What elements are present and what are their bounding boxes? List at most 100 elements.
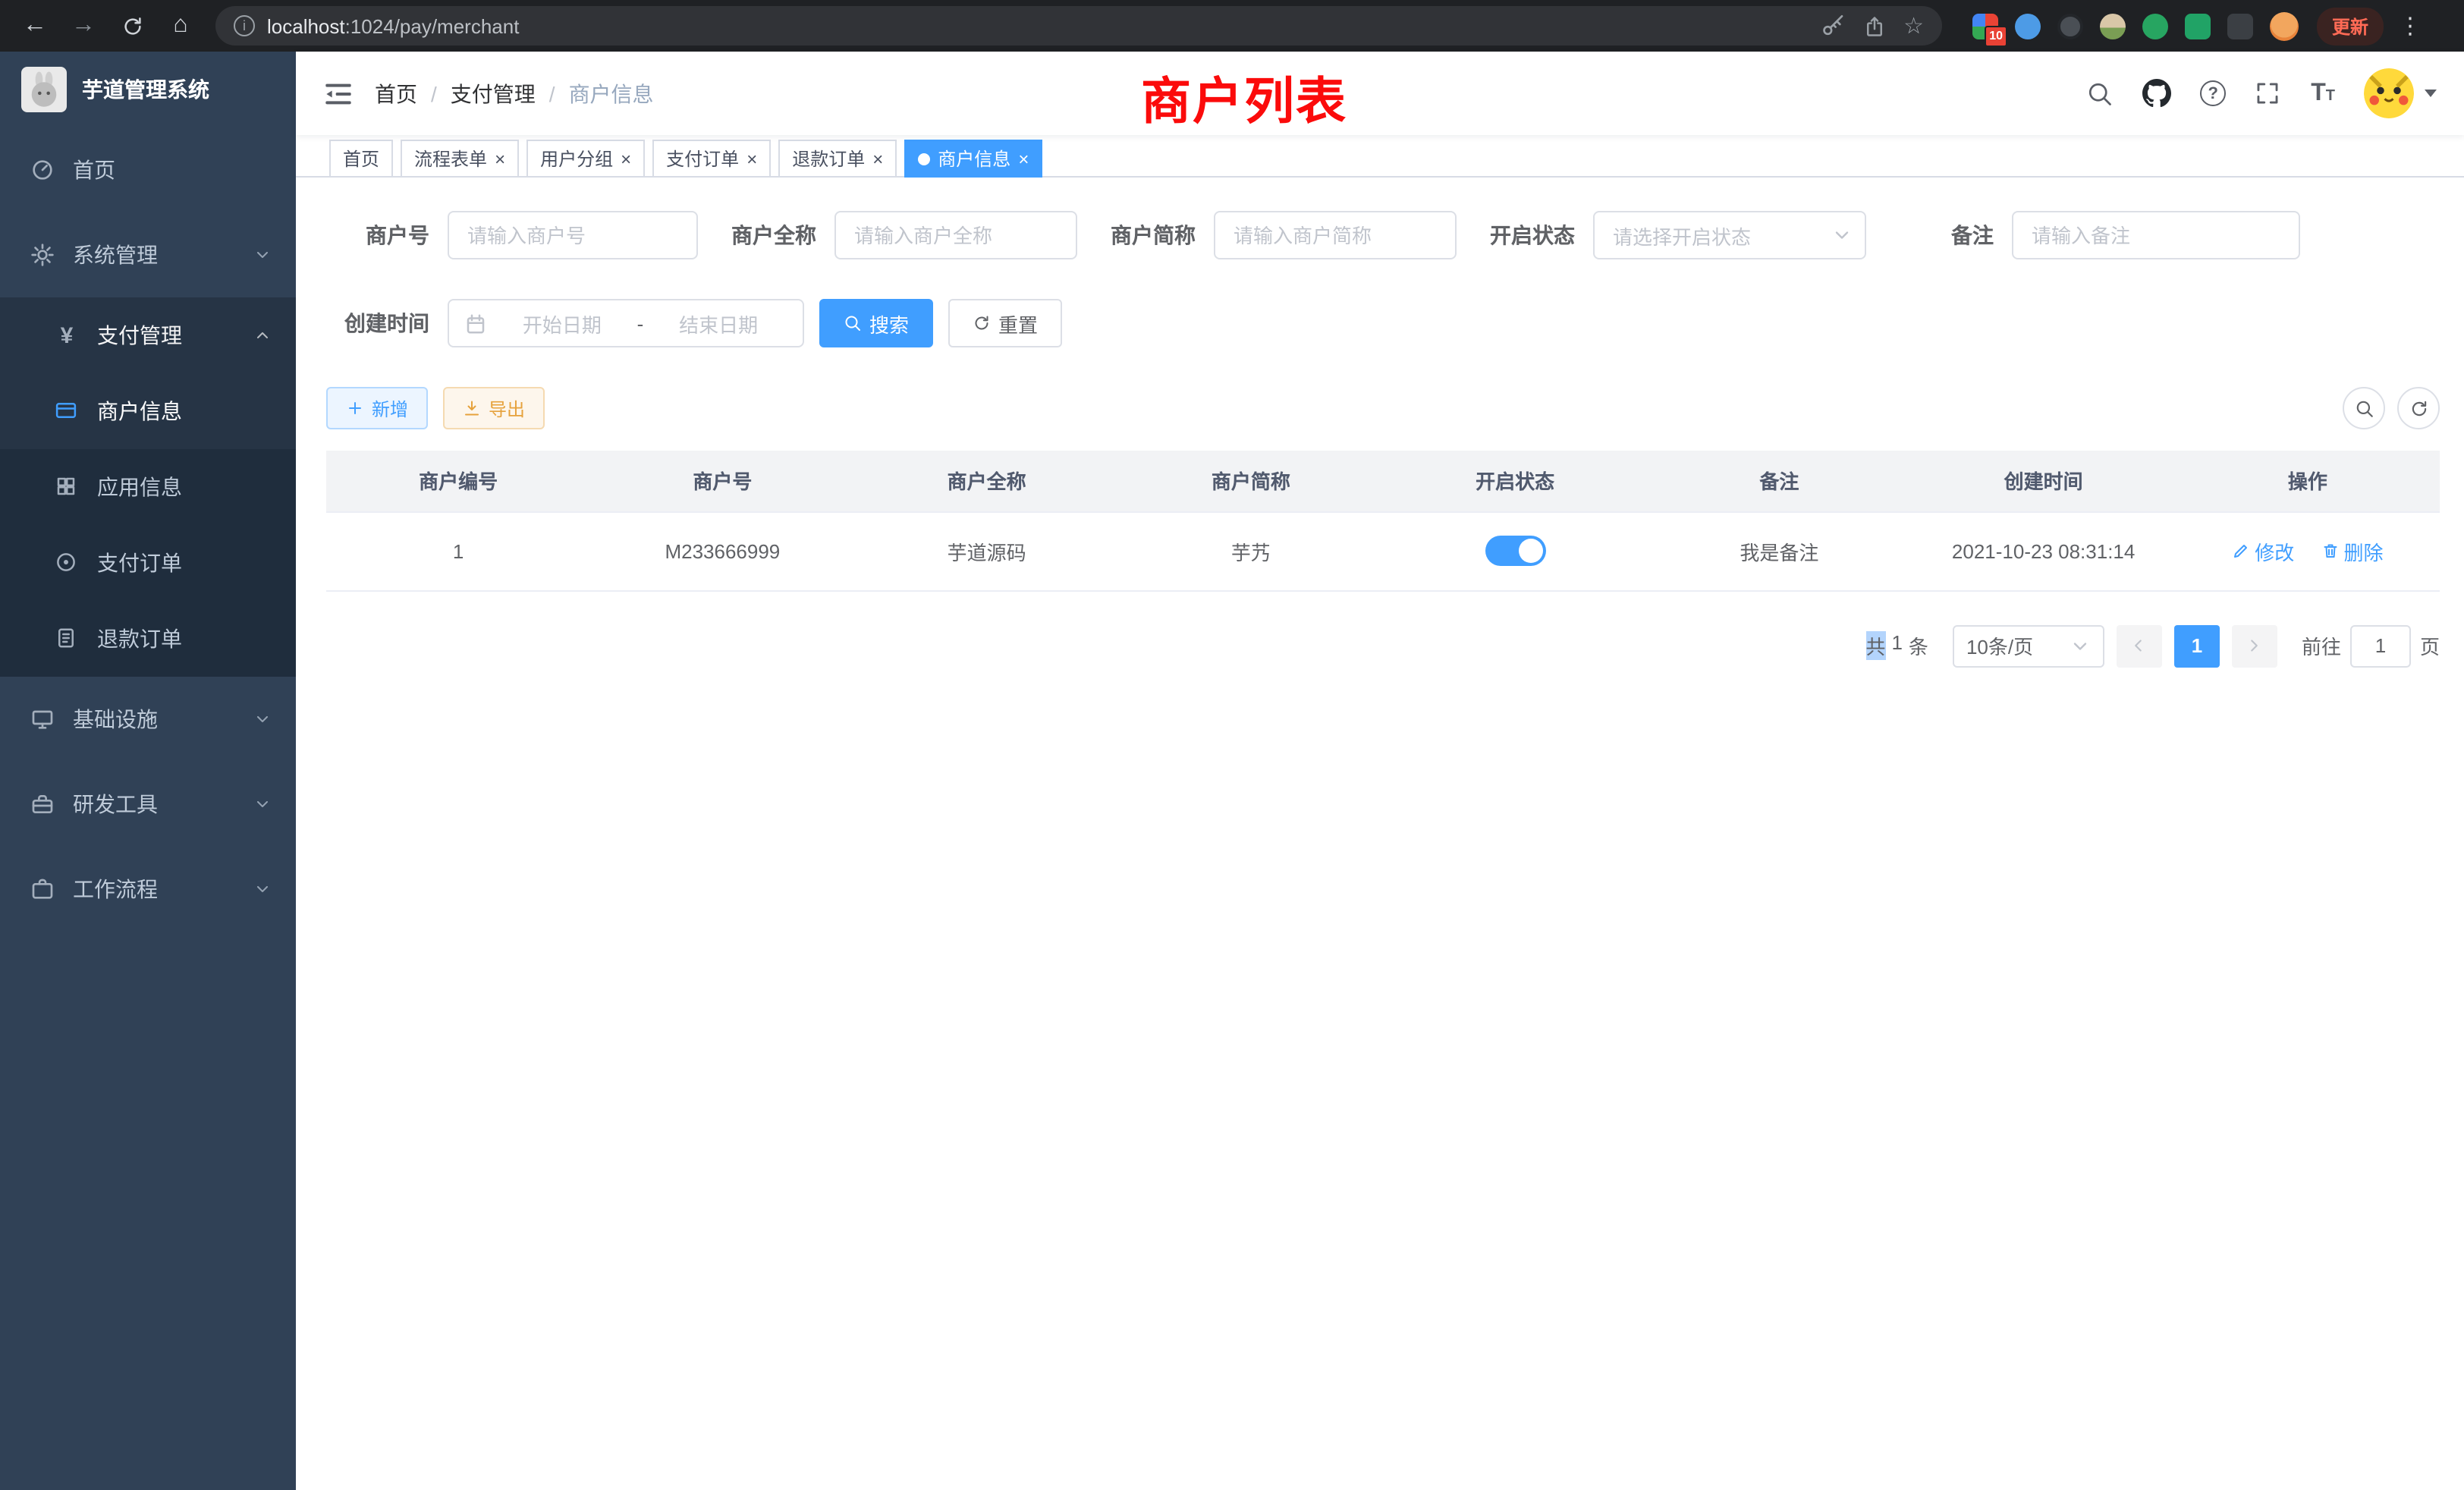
cell-full-name: 芋道源码 (855, 511, 1119, 590)
sidebar-item-pay-order[interactable]: 支付订单 (0, 525, 296, 601)
cell-seq: 1 (326, 511, 590, 590)
extension-icon-pin[interactable] (2227, 13, 2253, 39)
search-button[interactable]: 搜索 (819, 299, 933, 347)
cell-remark: 我是备注 (1647, 511, 1911, 590)
tab-user-group[interactable]: 用户分组× (526, 140, 645, 178)
user-avatar[interactable] (2364, 68, 2414, 118)
cell-merchant-no: M233666999 (590, 511, 854, 590)
edit-link[interactable]: 修改 (2232, 536, 2294, 565)
tab-home[interactable]: 首页 (329, 140, 393, 178)
pencil-icon (2232, 542, 2250, 560)
col-full-name: 商户全称 (855, 451, 1119, 511)
browser-window: ← → ⌂ i localhost:1024/pay/merchant ☆ 10 (0, 0, 2464, 1490)
remark-input[interactable] (2012, 211, 2300, 259)
prev-page-button[interactable] (2117, 624, 2162, 667)
refresh-table-button[interactable] (2397, 387, 2440, 429)
chevron-down-icon (253, 246, 272, 264)
fullscreen-icon[interactable] (2255, 80, 2282, 107)
forward-button[interactable]: → (64, 6, 103, 46)
sidebar-item-infrastructure[interactable]: 基础设施 (0, 677, 296, 762)
tab-pay-order[interactable]: 支付订单× (652, 140, 771, 178)
delete-link[interactable]: 删除 (2321, 536, 2384, 565)
cell-created-at: 2021-10-23 08:31:14 (1912, 511, 2176, 590)
top-navbar: 首页 / 支付管理 / 商户信息 ? (296, 52, 2464, 135)
next-page-button[interactable] (2232, 624, 2277, 667)
status-toggle[interactable] (1485, 536, 1545, 566)
close-icon[interactable]: × (746, 149, 757, 168)
home-button[interactable]: ⌂ (161, 6, 200, 46)
remark-label: 备注 (1951, 220, 1994, 250)
navbar-actions: ? TT (2086, 68, 2437, 118)
user-menu[interactable] (2364, 68, 2437, 118)
full-name-input[interactable] (834, 211, 1077, 259)
sidebar-item-app-info[interactable]: 应用信息 (0, 449, 296, 525)
tab-process-form[interactable]: 流程表单× (401, 140, 519, 178)
main-area: 首页 / 支付管理 / 商户信息 ? (296, 52, 2464, 1490)
sidebar-item-workflow[interactable]: 工作流程 (0, 847, 296, 932)
bookmark-star-icon[interactable]: ☆ (1903, 14, 1924, 37)
reload-button[interactable] (112, 6, 152, 46)
search-icon[interactable] (2086, 80, 2114, 107)
password-key-icon[interactable] (1820, 14, 1844, 38)
site-info-icon[interactable]: i (234, 15, 255, 36)
add-button[interactable]: 新增 (326, 387, 428, 429)
download-icon (463, 399, 481, 417)
share-icon[interactable] (1862, 14, 1885, 37)
export-button[interactable]: 导出 (443, 387, 545, 429)
col-created-at: 创建时间 (1912, 451, 2176, 511)
close-icon[interactable]: × (621, 149, 631, 168)
profile-avatar[interactable] (2270, 11, 2299, 40)
extension-icon-green-doc[interactable] (2185, 13, 2211, 39)
close-icon[interactable]: × (1018, 149, 1029, 168)
extension-icon-avatar[interactable] (2100, 13, 2126, 39)
trash-icon (2321, 542, 2340, 560)
breadcrumb-payment[interactable]: 支付管理 (451, 78, 536, 108)
github-icon[interactable] (2142, 79, 2171, 108)
breadcrumb-home[interactable]: 首页 (375, 78, 417, 108)
page-size-select[interactable]: 10条/页 (1953, 624, 2104, 667)
sidebar-fold-icon[interactable] (323, 78, 354, 108)
sidebar-item-refund-order[interactable]: 退款订单 (0, 601, 296, 677)
merchant-no-input[interactable] (448, 211, 698, 259)
col-remark: 备注 (1647, 451, 1911, 511)
date-range-picker[interactable]: 开始日期 - 结束日期 (448, 299, 804, 347)
short-name-input[interactable] (1214, 211, 1457, 259)
search-icon (844, 314, 862, 332)
goto-page-input[interactable] (2350, 624, 2411, 667)
font-size-icon[interactable]: TT (2311, 81, 2335, 105)
toggle-search-button[interactable] (2343, 387, 2385, 429)
browser-chrome: ← → ⌂ i localhost:1024/pay/merchant ☆ 10 (0, 0, 2464, 52)
extension-icon-drop[interactable] (2015, 13, 2041, 39)
chevron-left-icon (2129, 636, 2149, 655)
col-short-name: 商户简称 (1119, 451, 1383, 511)
sidebar: 芋道管理系统 首页 系统管理 (0, 52, 296, 1490)
back-button[interactable]: ← (15, 6, 55, 46)
help-icon[interactable]: ? (2200, 80, 2226, 106)
reset-button[interactable]: 重置 (948, 299, 1062, 347)
filter-row-1: 商户号 商户全称 商户简称 开启状态 请选择开启状态 (326, 211, 2440, 259)
chevron-down-icon (253, 880, 272, 898)
extension-icon-colorful[interactable]: 10 (1972, 13, 1998, 39)
briefcase-icon (30, 877, 55, 901)
close-icon[interactable]: × (495, 149, 505, 168)
sidebar-item-payment[interactable]: ¥ 支付管理 (0, 297, 296, 373)
sidebar-menu: 首页 系统管理 ¥ 支付管理 (0, 127, 296, 932)
sidebar-item-devtools[interactable]: 研发工具 (0, 762, 296, 847)
status-select[interactable]: 请选择开启状态 (1593, 211, 1866, 259)
search-icon (2354, 398, 2374, 418)
browser-update-button[interactable]: 更新 (2317, 7, 2384, 45)
extension-icon-green-circle[interactable] (2142, 13, 2168, 39)
sidebar-item-merchant-info[interactable]: 商户信息 (0, 373, 296, 449)
browser-menu-icon[interactable]: ⋮ (2393, 12, 2428, 39)
tab-refund-order[interactable]: 退款订单× (778, 140, 897, 178)
page-number-1[interactable]: 1 (2174, 624, 2220, 667)
tab-merchant-info[interactable]: 商户信息× (904, 140, 1042, 178)
close-icon[interactable]: × (872, 149, 883, 168)
app-logo[interactable]: 芋道管理系统 (0, 52, 296, 127)
sidebar-item-system[interactable]: 系统管理 (0, 212, 296, 297)
extension-icon-dark[interactable] (2057, 13, 2083, 39)
pagination-total: 共 1 条 (1865, 631, 1928, 660)
merchant-no-label: 商户号 (326, 220, 429, 250)
sidebar-item-home[interactable]: 首页 (0, 127, 296, 212)
url-bar[interactable]: i localhost:1024/pay/merchant ☆ (215, 6, 1942, 46)
